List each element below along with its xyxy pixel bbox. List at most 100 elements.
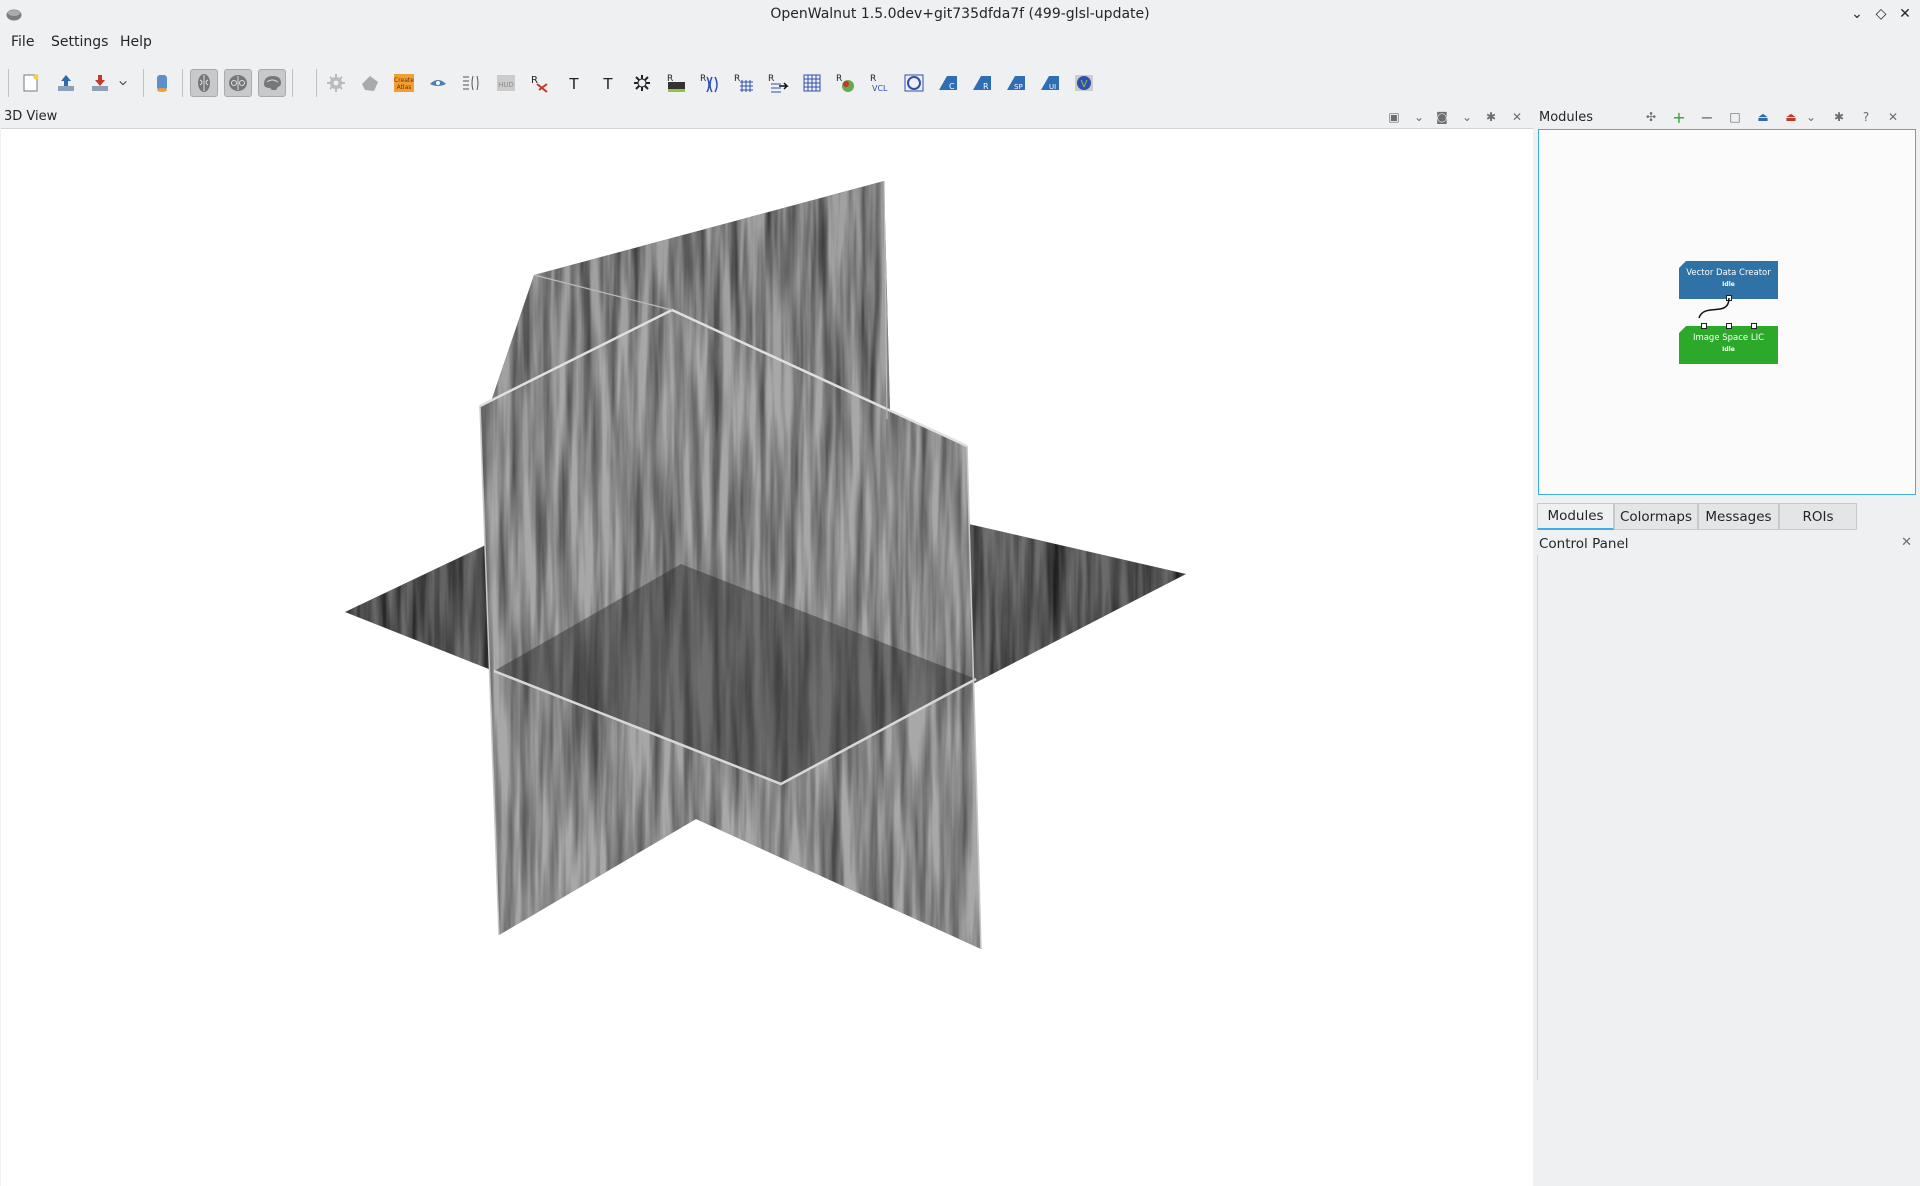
menu-file[interactable]: File: [9, 34, 36, 50]
3d-render-canvas[interactable]: [1, 128, 1533, 1186]
settings-gear-icon[interactable]: ✱: [1831, 109, 1847, 125]
r-grid-button[interactable]: R: [730, 69, 758, 97]
dock-tab-bar: Modules Colormaps Messages ROIs: [1537, 503, 1920, 531]
ir-button[interactable]: R: [968, 69, 996, 97]
input-port[interactable]: [1726, 323, 1732, 329]
isosurface-button[interactable]: [628, 69, 656, 97]
database-button[interactable]: [148, 69, 176, 97]
svg-text:SP: SP: [1014, 83, 1023, 91]
control-panel: Control Panel ✕: [1537, 533, 1920, 1080]
close-icon[interactable]: ✕: [1509, 109, 1525, 125]
r-vector-icon: R: [700, 74, 718, 93]
control-panel-body: [1537, 555, 1920, 1080]
create-atlas-button[interactable]: Create Atlas: [390, 69, 418, 97]
svg-text:Atlas: Atlas: [397, 84, 412, 91]
hud-icon: HUD: [497, 75, 515, 91]
main-toolbar: Create Atlas HUD R T T R R R R R R VCL C…: [0, 63, 1120, 103]
text-button[interactable]: T: [560, 69, 588, 97]
menu-settings[interactable]: Settings: [49, 34, 110, 50]
hud-button[interactable]: HUD: [492, 69, 520, 97]
save-dropdown-button[interactable]: [114, 69, 132, 97]
r-image-button[interactable]: R: [662, 69, 690, 97]
new-project-icon[interactable]: □: [1727, 109, 1743, 125]
settings-gear-icon[interactable]: ✱: [1483, 109, 1499, 125]
title-bar: OpenWalnut 1.5.0dev+git735dfda7f (499-gl…: [0, 0, 1920, 29]
modules-dock-header: Modules ✣ + − □ ⏏ ⏏ ⌄ ✱ ? ✕: [1537, 107, 1920, 129]
matrix-module-button[interactable]: [458, 69, 486, 97]
r-fibers-button[interactable]: R: [526, 69, 554, 97]
eye-module-button[interactable]: [424, 69, 452, 97]
control-panel-title: Control Panel: [1539, 536, 1629, 552]
dgg-icon: [904, 74, 924, 92]
grid-button[interactable]: [798, 69, 826, 97]
module-node-image-space-lic[interactable]: Image Space LIC Idle: [1679, 323, 1778, 364]
text-button-2[interactable]: T: [594, 69, 622, 97]
menu-help[interactable]: Help: [118, 34, 154, 50]
dgg-button[interactable]: [900, 69, 928, 97]
chevron-down-icon[interactable]: ⌄: [1411, 109, 1427, 125]
tab-messages[interactable]: Messages: [1698, 503, 1779, 530]
3d-view-header: 3D View ▣ ⌄ ◙ ⌄ ✱ ✕: [1, 107, 1533, 127]
chevron-down-icon[interactable]: ⌄: [1803, 109, 1819, 125]
save-button[interactable]: [86, 69, 114, 97]
toolbar-separator: [8, 69, 9, 97]
sphere-module-icon: [362, 76, 378, 91]
load-icon[interactable]: ⏏: [1755, 109, 1771, 125]
new-project-button[interactable]: [17, 69, 45, 97]
lic-slices-render: [345, 180, 1186, 950]
v-icon: V: [1075, 75, 1093, 91]
iui-button[interactable]: UI: [1036, 69, 1064, 97]
brain-sagittal-icon: [264, 76, 281, 90]
r-arrow-button[interactable]: R: [764, 69, 792, 97]
r-cluster-button[interactable]: R: [832, 69, 860, 97]
tab-rois[interactable]: ROIs: [1779, 503, 1857, 530]
module-graph-canvas[interactable]: Vector Data Creator Idle Image Space LIC…: [1538, 129, 1916, 495]
ic-icon: C: [939, 76, 957, 91]
v-button[interactable]: V: [1070, 69, 1098, 97]
toolbar-separator: [316, 69, 317, 97]
input-port[interactable]: [1701, 323, 1707, 329]
input-port[interactable]: [1751, 323, 1757, 329]
close-window-button[interactable]: ✕: [1895, 4, 1915, 24]
save-icon[interactable]: ⏏: [1783, 109, 1799, 125]
minimize-button[interactable]: ⌄: [1847, 4, 1867, 24]
3d-view-title: 3D View: [4, 109, 58, 124]
3d-view-panel: 3D View ▣ ⌄ ◙ ⌄ ✱ ✕: [1, 107, 1533, 1186]
svg-text:R: R: [870, 74, 876, 84]
coronal-view-toggle[interactable]: [224, 69, 252, 97]
help-icon[interactable]: ?: [1858, 109, 1874, 125]
add-icon[interactable]: +: [1671, 108, 1687, 127]
chevron-down-icon[interactable]: ⌄: [1459, 109, 1475, 125]
tab-colormaps[interactable]: Colormaps: [1614, 503, 1698, 530]
remove-icon[interactable]: −: [1699, 108, 1715, 127]
close-icon[interactable]: ✕: [1885, 109, 1901, 125]
brain-coronal-icon: [229, 75, 247, 91]
ic-button[interactable]: C: [934, 69, 962, 97]
ir-icon: R: [973, 76, 991, 91]
close-icon[interactable]: ✕: [1901, 535, 1912, 550]
r-vector-button[interactable]: R: [696, 69, 724, 97]
dropdown-arrow-icon: [119, 80, 127, 86]
module-node-status: Idle: [1722, 281, 1735, 288]
save-icon: [92, 75, 108, 91]
r-vcl-icon: RVCL: [870, 74, 888, 93]
modules-dock: Modules ✣ + − □ ⏏ ⏏ ⌄ ✱ ? ✕ Vector Data …: [1537, 107, 1920, 502]
svg-text:T: T: [568, 75, 579, 93]
svg-text:R: R: [734, 74, 740, 84]
tab-modules[interactable]: Modules: [1537, 503, 1614, 530]
toolbar-separator: [182, 69, 183, 97]
isp-button[interactable]: SP: [1002, 69, 1030, 97]
r-vcl-button[interactable]: R VCL: [866, 69, 894, 97]
camera-preset-icon[interactable]: ▣: [1386, 109, 1402, 125]
fit-view-icon[interactable]: ✣: [1643, 109, 1659, 125]
load-button[interactable]: [52, 69, 80, 97]
svg-text:R: R: [983, 82, 989, 91]
svg-text:V: V: [1081, 79, 1088, 90]
sphere-module-button[interactable]: [356, 69, 384, 97]
screenshot-icon[interactable]: ◙: [1434, 109, 1450, 125]
eye-module-icon: [430, 80, 446, 86]
gear-module-button[interactable]: [322, 69, 350, 97]
maximize-button[interactable]: ◇: [1871, 4, 1891, 24]
sagittal-view-toggle[interactable]: [258, 69, 286, 97]
axial-view-toggle[interactable]: [190, 69, 218, 97]
